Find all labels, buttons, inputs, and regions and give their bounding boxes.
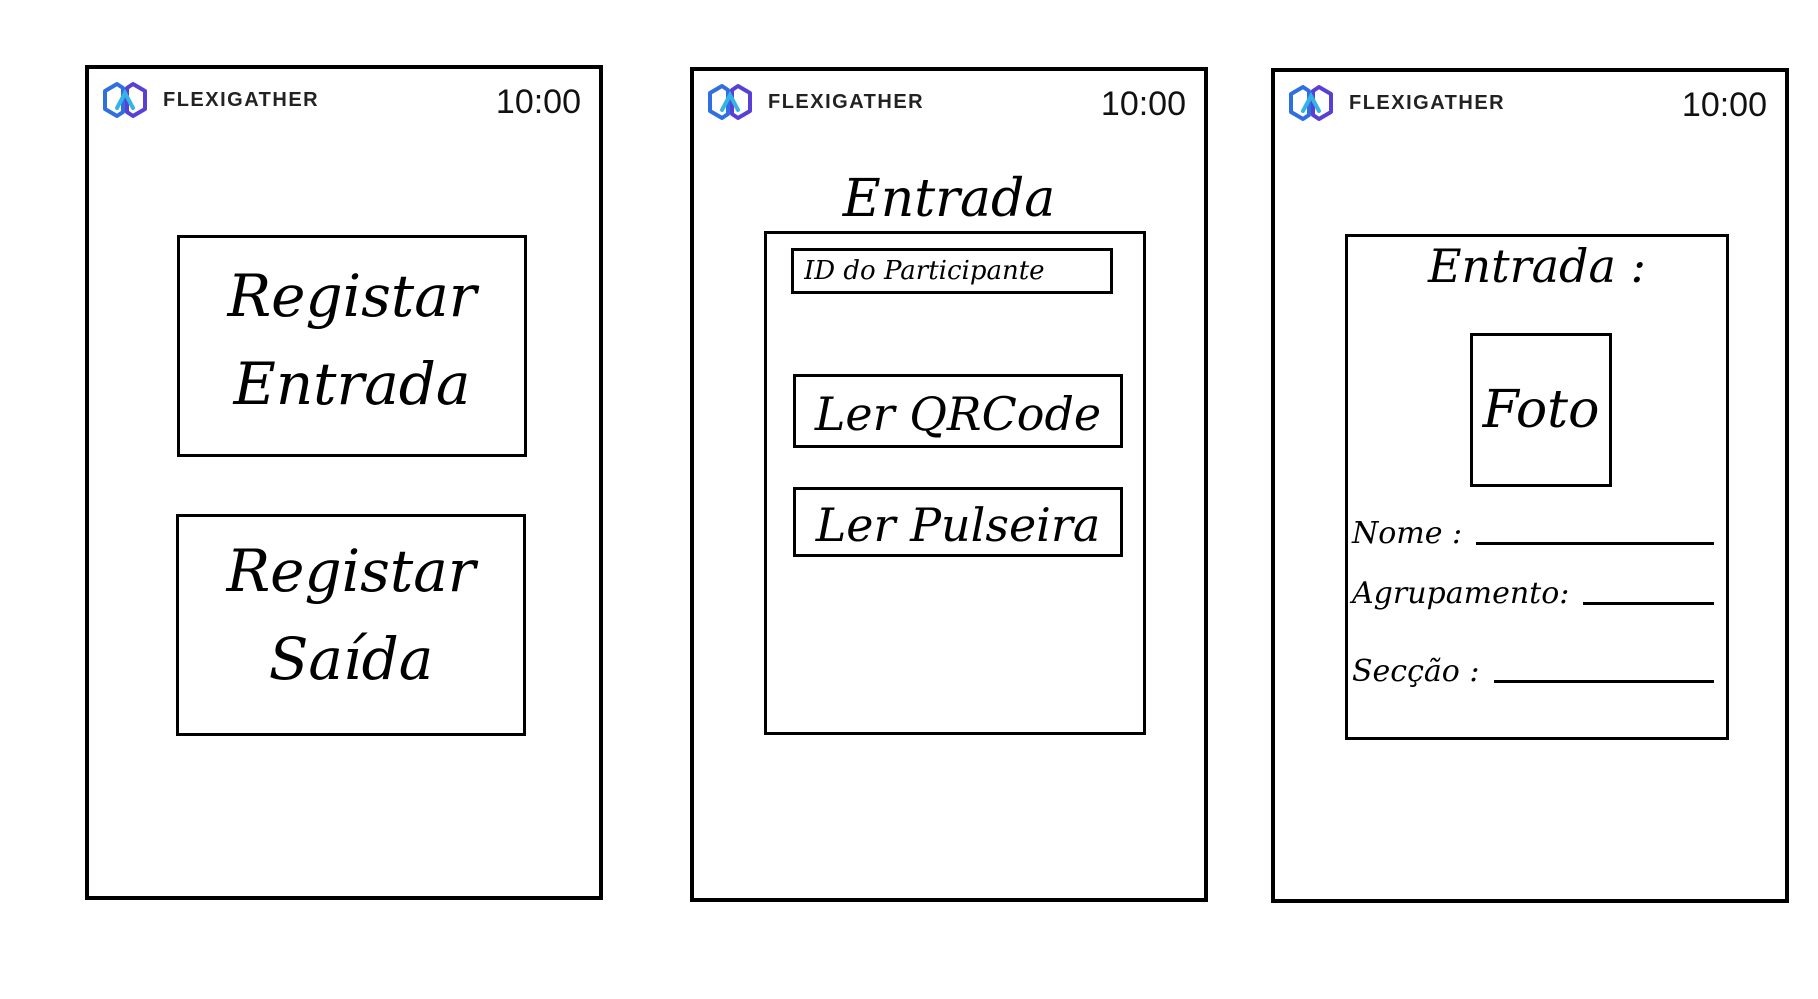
status-time: 10:00 xyxy=(1100,85,1186,123)
register-entry-button[interactable]: Registar Entrada xyxy=(177,235,527,457)
status-bar: FLEXIGATHER 10:00 xyxy=(1285,80,1767,130)
name-label: Nome : xyxy=(1352,516,1463,551)
flexigather-logo-icon xyxy=(103,82,147,118)
status-time: 10:00 xyxy=(1681,86,1767,124)
brand-name: FLEXIGATHER xyxy=(163,88,320,111)
participant-details-card: Entrada : Foto Nome : Agrupamento: Secçã… xyxy=(1345,234,1729,740)
phone-screen-entry-scan: FLEXIGATHER 10:00 Entrada Ler QRCode Ler… xyxy=(690,67,1208,902)
participant-id-input[interactable] xyxy=(791,248,1113,294)
brand: FLEXIGATHER xyxy=(704,83,924,121)
card-title: Entrada : xyxy=(1427,239,1647,293)
brand: FLEXIGATHER xyxy=(99,81,319,119)
register-entry-label-line1: Registar xyxy=(227,262,477,330)
status-bar: FLEXIGATHER 10:00 xyxy=(99,77,581,127)
status-bar: FLEXIGATHER 10:00 xyxy=(704,79,1186,129)
register-entry-label-line2: Entrada xyxy=(233,350,471,418)
section-label: Secção : xyxy=(1352,654,1480,689)
participant-photo: Foto xyxy=(1470,333,1612,487)
brand-name: FLEXIGATHER xyxy=(768,90,925,113)
phone-screen-home: FLEXIGATHER 10:00 Registar Entrada Regis… xyxy=(85,65,603,900)
read-bracelet-button[interactable]: Ler Pulseira xyxy=(793,487,1123,557)
section-row: Secção : xyxy=(1352,645,1714,689)
register-exit-button[interactable]: Registar Saída xyxy=(176,514,526,736)
flexigather-logo-icon xyxy=(708,84,752,120)
phone-screen-entry-details: FLEXIGATHER 10:00 Entrada : Foto Nome : … xyxy=(1271,68,1789,903)
name-value-line xyxy=(1476,542,1714,545)
brand: FLEXIGATHER xyxy=(1285,84,1505,122)
group-label: Agrupamento: xyxy=(1352,576,1570,611)
section-value-line xyxy=(1493,680,1714,683)
group-row: Agrupamento: xyxy=(1352,567,1714,611)
register-exit-label-line2: Saída xyxy=(268,625,434,693)
status-time: 10:00 xyxy=(495,83,581,121)
flexigather-logo-icon xyxy=(1289,85,1333,121)
photo-label: Foto xyxy=(1482,380,1600,440)
page-title: Entrada xyxy=(842,169,1056,229)
entry-scan-panel: Ler QRCode Ler Pulseira xyxy=(764,231,1146,735)
brand-name: FLEXIGATHER xyxy=(1349,91,1506,114)
read-qrcode-button[interactable]: Ler QRCode xyxy=(793,374,1123,448)
group-value-line xyxy=(1583,602,1714,605)
register-exit-label-line1: Registar xyxy=(226,537,476,605)
name-row: Nome : xyxy=(1352,507,1714,551)
